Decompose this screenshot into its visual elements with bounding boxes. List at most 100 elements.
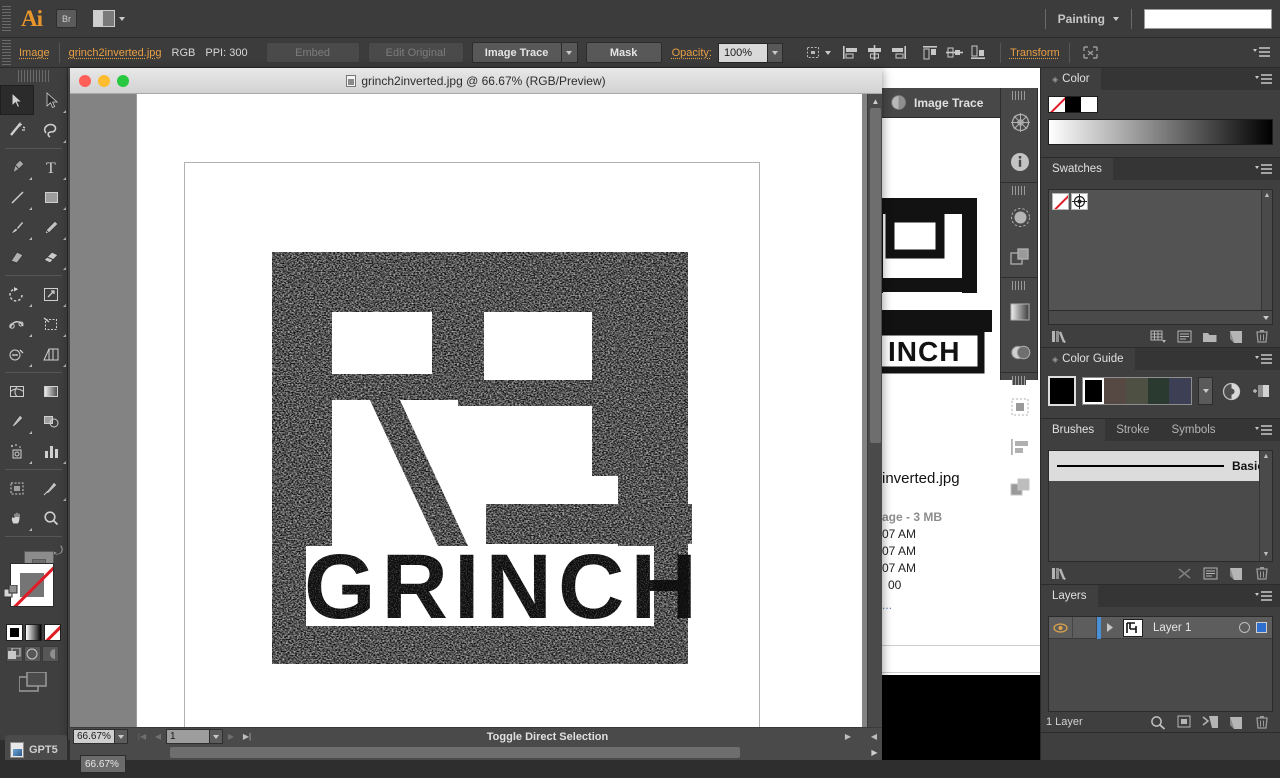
pencil-tool[interactable] [34, 212, 68, 242]
layer-color-indicator[interactable] [1256, 622, 1267, 633]
navigator-icon[interactable] [1001, 102, 1039, 142]
info-icon[interactable] [1001, 142, 1039, 182]
controlbar-grip[interactable] [2, 39, 11, 66]
magic-wand-tool[interactable] [0, 115, 34, 145]
draw-normal-button[interactable] [6, 646, 23, 662]
layer-name[interactable]: Layer 1 [1147, 622, 1239, 634]
zoom-level-input[interactable]: 66.67% [73, 729, 115, 744]
type-tool[interactable]: T [34, 152, 68, 182]
scroll-down-arrow-icon[interactable]: ▼ [1260, 549, 1272, 561]
harmony-color-1[interactable] [1082, 378, 1105, 404]
horizontal-scroll-thumb[interactable] [170, 747, 740, 758]
delete-brush-icon[interactable] [1249, 563, 1275, 583]
appearance-icon[interactable] [1001, 237, 1039, 277]
create-new-sublayer-icon[interactable] [1197, 712, 1223, 732]
artboard-tool[interactable] [0, 473, 34, 503]
layer-target-icon[interactable] [1239, 622, 1250, 633]
dock-grip-2[interactable] [1012, 186, 1026, 195]
brush-list-item[interactable]: Basic [1049, 451, 1272, 481]
canvas-vertical-scrollbar[interactable]: ▲ ▼ [867, 94, 882, 745]
direct-selection-tool[interactable] [34, 85, 68, 115]
artboard-chevron-down-icon[interactable] [210, 729, 223, 744]
perspective-grid-tool[interactable] [34, 339, 68, 369]
color-guide-menu-button[interactable] [1255, 348, 1280, 370]
rotate-tool[interactable] [0, 279, 34, 309]
transform-proxy-icon[interactable] [801, 42, 825, 64]
layers-list[interactable]: Layer 1 [1048, 616, 1273, 712]
align-top-icon[interactable] [919, 42, 943, 64]
symbol-sprayer-tool[interactable] [0, 436, 34, 466]
swatch-options-icon[interactable] [1171, 326, 1197, 346]
gradient-fill-button[interactable] [25, 624, 42, 641]
color-none-swatch[interactable] [1049, 97, 1065, 112]
tab-stroke[interactable]: Stroke [1105, 419, 1160, 441]
mesh-tool[interactable] [0, 376, 34, 406]
align-icon[interactable] [1001, 427, 1039, 467]
color-guide-harmony-strip[interactable] [1081, 377, 1192, 405]
image-trace-button[interactable]: Image Trace [471, 42, 562, 63]
previous-artboard-button[interactable]: ◀ [150, 729, 166, 745]
transform-chevron-down-icon[interactable] [824, 50, 831, 55]
arrange-documents-button[interactable] [93, 10, 125, 27]
new-group-icon[interactable] [1197, 326, 1223, 346]
align-bottom-icon[interactable] [967, 42, 991, 64]
links-more-link[interactable]: ... [882, 598, 1040, 612]
edit-original-button[interactable]: Edit Original [367, 42, 464, 63]
control-panel-menu-icon[interactable] [1250, 42, 1274, 64]
tab-layers[interactable]: Layers [1041, 585, 1098, 607]
harmony-color-3[interactable] [1125, 378, 1148, 404]
delete-swatch-icon[interactable] [1249, 326, 1275, 346]
first-artboard-button[interactable]: |◀ [134, 729, 150, 745]
align-left-icon[interactable] [839, 42, 863, 64]
color-guide-options-icon[interactable] [1219, 381, 1243, 401]
rectangle-tool[interactable] [34, 182, 68, 212]
swatches-scrollbar[interactable]: ▲ [1261, 190, 1272, 310]
none-swatch[interactable] [1052, 193, 1069, 210]
blob-brush-tool[interactable] [0, 242, 34, 272]
layer-expand-triangle-icon[interactable] [1101, 623, 1119, 632]
last-artboard-button[interactable]: ▶| [239, 729, 255, 745]
harmony-color-4[interactable] [1147, 378, 1170, 404]
layer-visibility-toggle[interactable] [1049, 616, 1073, 639]
delete-selection-icon[interactable] [1249, 712, 1275, 732]
document-title-bar[interactable]: grinch2inverted.jpg @ 66.67% (RGB/Previe… [70, 68, 882, 94]
vertical-scroll-thumb[interactable] [870, 108, 881, 443]
color-guide-base-color[interactable] [1048, 376, 1076, 406]
blend-tool[interactable] [34, 406, 68, 436]
next-artboard-button[interactable]: ▶ [223, 729, 239, 745]
color-black-swatch[interactable] [1065, 97, 1081, 112]
eyedropper-tool[interactable] [0, 406, 34, 436]
color-gradient-ramp[interactable] [1048, 119, 1273, 145]
object-type-label[interactable]: Image [19, 47, 50, 59]
width-tool[interactable] [0, 309, 34, 339]
show-kinds-icon[interactable] [1145, 326, 1171, 346]
tab-color[interactable]: ◈ Color [1041, 68, 1101, 90]
new-swatch-icon[interactable] [1223, 326, 1249, 346]
artwork-image[interactable]: GRINCH [272, 246, 708, 666]
column-graph-tool[interactable] [34, 436, 68, 466]
scroll-up-arrow-icon[interactable]: ▲ [1260, 451, 1272, 463]
harmony-color-5[interactable] [1169, 378, 1191, 404]
locate-object-icon[interactable] [1145, 712, 1171, 732]
appbar-grip[interactable] [2, 5, 11, 32]
change-screen-mode-button[interactable] [0, 662, 67, 694]
dock-grip-1[interactable] [1012, 91, 1026, 100]
swatch-libraries-icon[interactable] [1046, 326, 1072, 346]
workspace-chevron-down-icon[interactable] [1113, 16, 1119, 21]
opacity-input[interactable]: 100% [717, 42, 768, 63]
chevron-down-icon[interactable] [1263, 315, 1269, 320]
none-fill-button[interactable] [44, 624, 61, 641]
hand-tool[interactable] [0, 503, 34, 533]
default-fill-stroke-icon[interactable] [3, 584, 19, 600]
tab-brushes[interactable]: Brushes [1041, 419, 1106, 441]
h-scroll-left-arrow-icon[interactable]: ◀ [866, 729, 882, 745]
artboard[interactable]: GRINCH [184, 162, 760, 738]
pen-tool[interactable] [0, 152, 34, 182]
status-menu-arrow-icon[interactable]: ▶ [840, 729, 856, 745]
gradient-icon[interactable] [1001, 292, 1039, 332]
paintbrush-tool[interactable] [0, 212, 34, 242]
artboard-number-input[interactable]: 1 [166, 729, 210, 744]
edit-colors-icon[interactable] [1249, 381, 1273, 401]
slice-tool[interactable] [34, 473, 68, 503]
search-input[interactable] [1144, 8, 1272, 29]
